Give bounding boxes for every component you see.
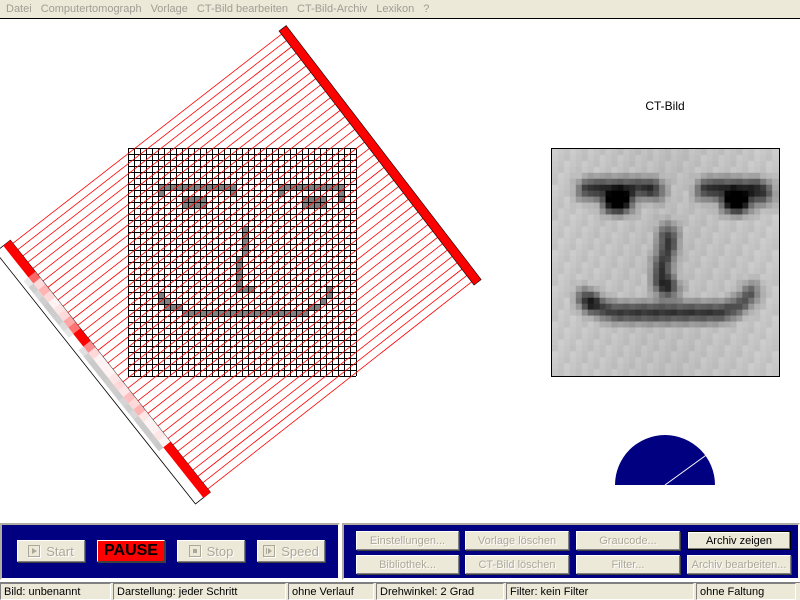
status-bar: Bild: unbenannt Darstellung: jeder Schri…: [0, 582, 800, 600]
speed-icon: [263, 545, 276, 557]
menu-lexikon[interactable]: Lexikon: [372, 1, 419, 18]
stop-button[interactable]: Stop: [177, 540, 245, 562]
speed-label: Speed: [281, 543, 319, 559]
start-button[interactable]: Start: [17, 540, 85, 562]
menu-datei[interactable]: Datei: [2, 1, 37, 18]
ray-line: [145, 202, 418, 416]
ray-line: [190, 259, 462, 473]
status-darstellung: Darstellung: jeder Schritt: [113, 583, 286, 600]
status-faltung: ohne Faltung: [696, 583, 796, 600]
einstellungen-button[interactable]: Einstellungen...: [356, 531, 459, 550]
menu-bar: Datei Computertomograph Vorlage CT-Bild …: [0, 0, 800, 19]
ray-line: [10, 30, 286, 246]
ct-image-title: CT-Bild: [645, 99, 685, 113]
detector-array: [0, 239, 211, 505]
filter-button[interactable]: Filter...: [576, 555, 680, 574]
rotation-progress-gauge: [615, 435, 715, 486]
menu-computertomograph[interactable]: Computertomograph: [37, 1, 147, 18]
speed-button[interactable]: Speed: [257, 540, 325, 562]
ct-reconstruction-image: [551, 148, 780, 377]
phantom-grid: [128, 148, 357, 377]
graucode-button[interactable]: Graucode...: [576, 531, 680, 550]
ray-line: [65, 100, 340, 315]
stop-label: Stop: [206, 543, 234, 559]
actions-panel: Einstellungen... Vorlage löschen Graucod…: [342, 523, 800, 580]
menu-vorlage[interactable]: Vorlage: [147, 1, 193, 18]
ray-line: [20, 43, 296, 259]
playback-panel: Start PAUSE Stop Speed: [0, 523, 340, 580]
ray-line: [140, 195, 413, 410]
ray-beams: [10, 30, 476, 492]
menu-ct-bild-bearbeiten[interactable]: CT-Bild bearbeiten: [193, 1, 293, 18]
ray-line: [60, 94, 335, 309]
status-drehwinkel: Drehwinkel: 2 Grad: [376, 583, 504, 600]
pause-label: PAUSE: [104, 542, 158, 559]
start-label: Start: [46, 543, 74, 559]
pause-button[interactable]: PAUSE: [97, 540, 165, 562]
menu-ct-bild-archiv[interactable]: CT-Bild-Archiv: [293, 1, 372, 18]
ray-line: [25, 49, 301, 265]
status-verlauf: ohne Verlauf: [288, 583, 374, 600]
archiv-zeigen-button[interactable]: Archiv zeigen: [687, 531, 791, 550]
scanner-scene: [0, 25, 482, 505]
ray-line: [95, 138, 369, 353]
ray-line: [55, 88, 330, 303]
vorlage-loeschen-button[interactable]: Vorlage löschen: [465, 531, 569, 550]
stop-icon: [188, 545, 201, 557]
ct-bild-loeschen-button[interactable]: CT-Bild löschen: [465, 555, 569, 574]
play-icon: [28, 545, 41, 557]
simulation-canvas: CT-Bild: [0, 20, 800, 522]
ray-line: [180, 246, 452, 460]
bibliothek-button[interactable]: Bibliothek...: [356, 555, 459, 574]
menu-help[interactable]: ?: [419, 1, 434, 18]
status-filter: Filter: kein Filter: [506, 583, 694, 600]
ray-line: [155, 215, 428, 429]
archiv-bearbeiten-button[interactable]: Archiv bearbeiten...: [687, 555, 791, 574]
status-bild: Bild: unbenannt: [0, 583, 111, 600]
